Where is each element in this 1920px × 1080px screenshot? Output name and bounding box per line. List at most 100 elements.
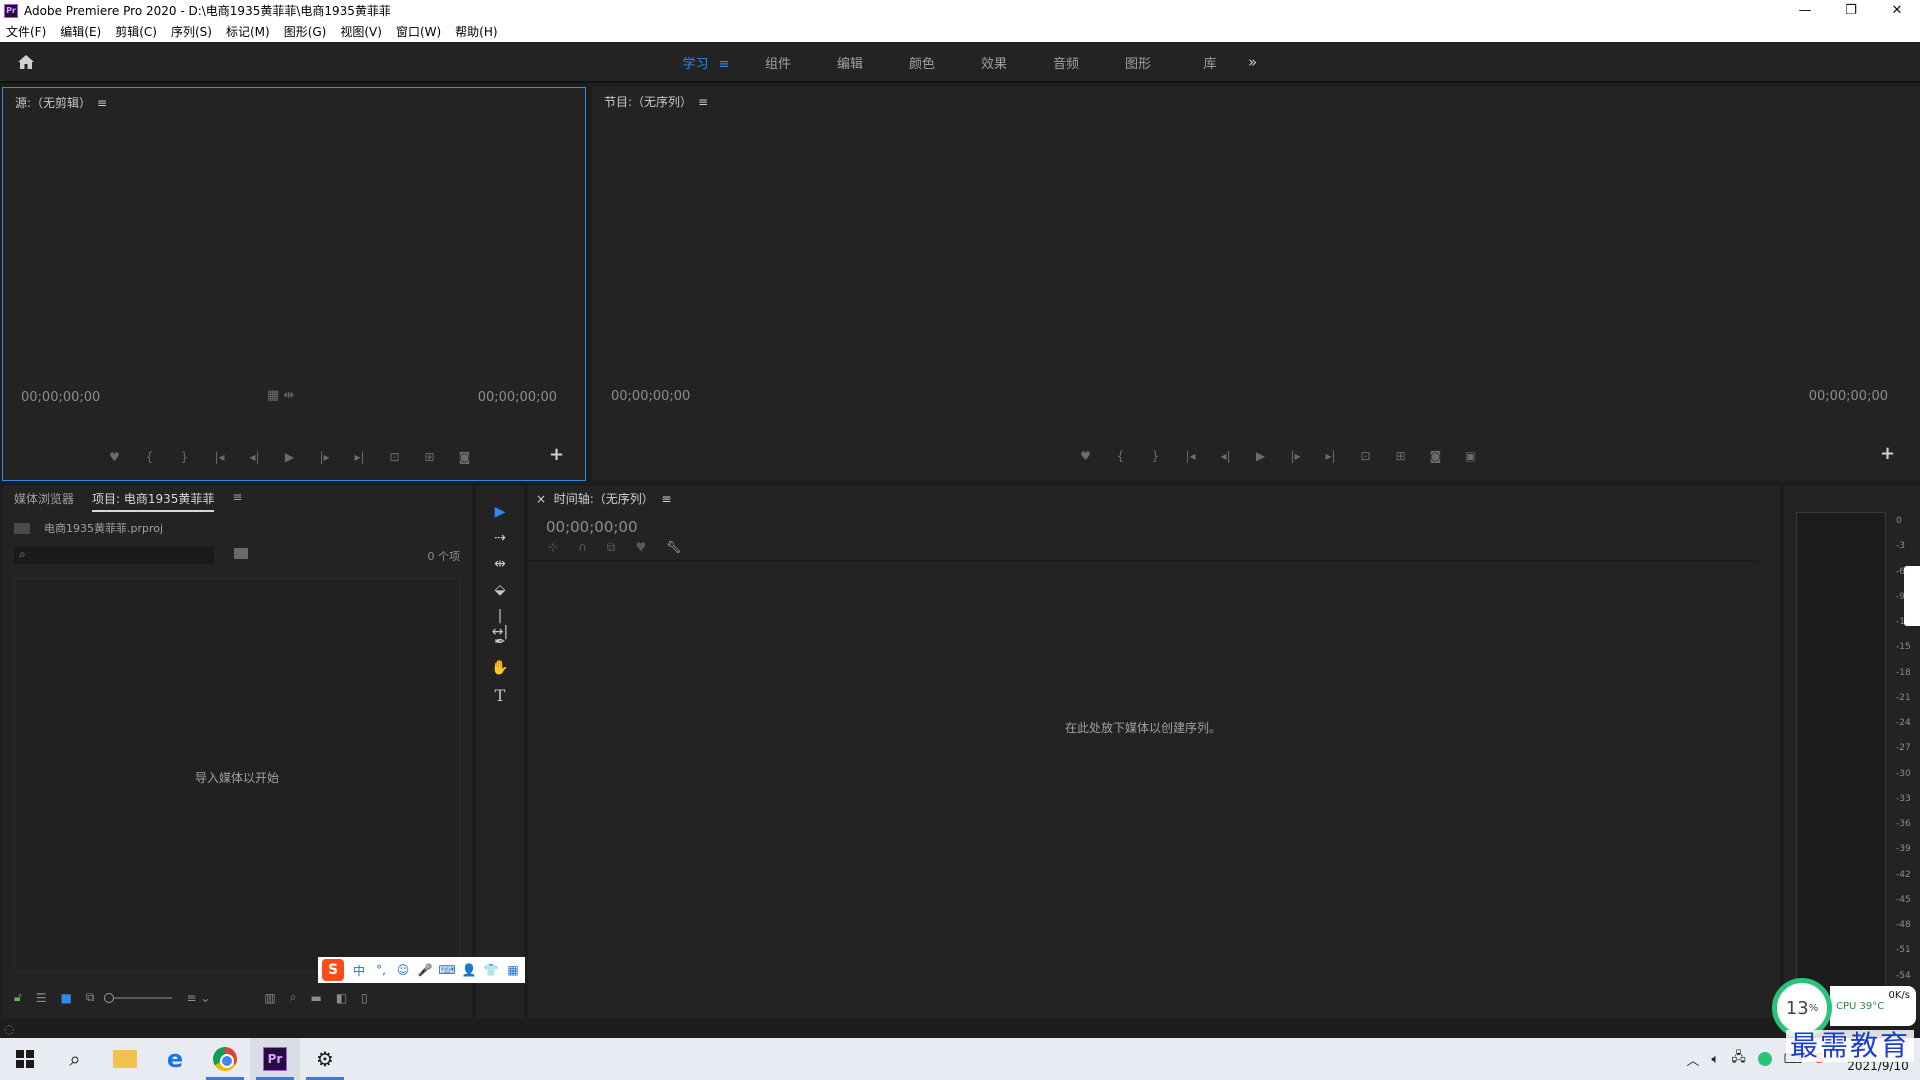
project-search-input[interactable]: ⌕ bbox=[14, 546, 214, 564]
timeline-drop-area[interactable]: 在此处放下媒体以创建序列。 bbox=[528, 560, 1758, 1008]
ime-skin-icon[interactable]: 👕 bbox=[480, 963, 502, 977]
program-monitor-panel[interactable]: 节目:（无序列） ≡ 00;00;00;00 00;00;00;00 ♥ { } … bbox=[592, 87, 1920, 481]
wrench-icon[interactable]: 🔧︎ bbox=[666, 540, 681, 555]
mark-in-icon[interactable]: { bbox=[1103, 449, 1138, 463]
freeform-view-icon[interactable]: ⧉ bbox=[86, 990, 95, 1005]
step-back-icon[interactable]: ◂| bbox=[1208, 449, 1243, 463]
timeline-timecode[interactable]: 00;00;00;00 bbox=[546, 518, 638, 536]
close-button[interactable]: ✕ bbox=[1874, 0, 1920, 21]
start-button[interactable] bbox=[0, 1038, 50, 1080]
find-icon[interactable]: ⌕ bbox=[290, 990, 297, 1005]
comparison-view-icon[interactable]: ▣ bbox=[1453, 449, 1488, 463]
go-to-in-icon[interactable]: |◂ bbox=[1173, 449, 1208, 463]
workspace-tab-color[interactable]: 颜色 bbox=[886, 53, 958, 72]
minimize-button[interactable]: — bbox=[1782, 0, 1828, 21]
menu-sequence[interactable]: 序列(S) bbox=[171, 23, 212, 40]
new-bin-icon[interactable]: ▬ bbox=[310, 991, 321, 1005]
program-monitor-title[interactable]: 节目:（无序列） ≡ bbox=[604, 93, 708, 110]
workspace-tab-learn[interactable]: 学习 ≡ bbox=[670, 53, 742, 72]
source-monitor-panel[interactable]: 源:（无剪辑） ≡ 00;00;00;00 ▦ ⇹ 00;00;00;00 ♥ {… bbox=[2, 87, 586, 481]
icon-view-icon[interactable]: ■ bbox=[61, 991, 72, 1005]
step-forward-icon[interactable]: |▸ bbox=[1278, 449, 1313, 463]
edge-browser-icon[interactable]: e bbox=[150, 1038, 200, 1080]
overwrite-icon[interactable]: ⊞ bbox=[412, 450, 447, 464]
list-view-icon[interactable]: ☰ bbox=[36, 991, 47, 1005]
track-select-tool-icon[interactable]: ⇢ bbox=[490, 530, 510, 550]
new-search-bin-icon[interactable] bbox=[234, 548, 248, 559]
system-monitor-info[interactable]: 0K/s CPU 39°C bbox=[1830, 986, 1916, 1026]
play-icon[interactable]: ▶ bbox=[272, 450, 307, 464]
panel-menu-icon[interactable]: ≡ bbox=[232, 490, 242, 512]
source-monitor-title[interactable]: 源:（无剪辑） ≡ bbox=[15, 94, 107, 111]
go-to-out-icon[interactable]: ▸| bbox=[1313, 449, 1348, 463]
settings-gear-icon[interactable]: ⚙ bbox=[300, 1038, 350, 1080]
mark-in-icon[interactable]: { bbox=[132, 450, 167, 464]
hand-tool-icon[interactable]: ✋ bbox=[490, 660, 510, 680]
source-timecode-current[interactable]: 00;00;00;00 bbox=[21, 390, 100, 405]
ime-toolbox-icon[interactable]: ▦ bbox=[502, 963, 524, 977]
timeline-panel[interactable]: × 时间轴:（无序列） ≡ 00;00;00;00 ⊹ ∩ ⧉ ♥ 🔧︎ 在此处… bbox=[528, 486, 1780, 1018]
type-tool-icon[interactable]: T bbox=[490, 686, 510, 706]
add-marker-icon[interactable]: ♥ bbox=[1068, 449, 1103, 463]
razor-tool-icon[interactable]: ⬙ bbox=[490, 582, 510, 602]
ime-keyboard-icon[interactable]: ⌨ bbox=[436, 963, 458, 977]
workspace-tab-effects[interactable]: 效果 bbox=[958, 53, 1030, 72]
ime-emoji-icon[interactable]: ☺ bbox=[392, 963, 414, 977]
menu-help[interactable]: 帮助(H) bbox=[455, 23, 497, 40]
ime-chinese-mode[interactable]: 中 bbox=[348, 962, 370, 979]
network-icon[interactable]: 🖧 bbox=[1731, 1048, 1746, 1070]
step-forward-icon[interactable]: |▸ bbox=[307, 450, 342, 464]
extract-icon[interactable]: ⊞ bbox=[1383, 449, 1418, 463]
ime-voice-icon[interactable]: 🎤 bbox=[414, 963, 436, 977]
menu-graphics[interactable]: 图形(G) bbox=[284, 23, 327, 40]
sogou-logo-icon[interactable]: S bbox=[322, 959, 344, 981]
more-workspaces-icon[interactable]: » bbox=[1248, 53, 1257, 71]
export-frame-icon[interactable]: ◙ bbox=[1418, 449, 1453, 463]
play-icon[interactable]: ▶ bbox=[1243, 449, 1278, 463]
mark-out-icon[interactable]: } bbox=[1138, 449, 1173, 463]
workspace-menu-icon[interactable]: ≡ bbox=[719, 57, 730, 72]
panel-menu-icon[interactable]: ≡ bbox=[661, 492, 671, 506]
sort-icons-icon[interactable]: ≡ ⌄ bbox=[186, 991, 210, 1005]
search-icon[interactable]: ⌕ bbox=[50, 1038, 100, 1080]
menu-clip[interactable]: 剪辑(C) bbox=[115, 23, 157, 40]
show-hidden-icons-icon[interactable]: ︿ bbox=[1687, 1050, 1700, 1069]
menu-markers[interactable]: 标记(M) bbox=[226, 23, 270, 40]
premiere-taskbar-icon[interactable]: Pr bbox=[250, 1038, 300, 1080]
workspace-tab-audio[interactable]: 音频 bbox=[1030, 53, 1102, 72]
tab-project[interactable]: 项目: 电商1935黄菲菲 bbox=[92, 490, 215, 512]
workspace-tab-libraries[interactable]: 库 bbox=[1174, 53, 1246, 72]
add-marker-icon[interactable]: ♥ bbox=[635, 540, 646, 555]
volume-icon[interactable]: 🔈︎ bbox=[1712, 1052, 1720, 1067]
lift-icon[interactable]: ⊡ bbox=[1348, 449, 1383, 463]
new-item-icon[interactable]: ◧ bbox=[336, 991, 347, 1005]
timeline-tab[interactable]: × 时间轴:（无序列） ≡ bbox=[536, 490, 671, 507]
linked-selection-icon[interactable]: ⧉ bbox=[607, 540, 616, 555]
insert-icon[interactable]: ⊡ bbox=[377, 450, 412, 464]
selection-tool-icon[interactable]: ▶ bbox=[490, 504, 510, 524]
clear-icon[interactable]: ▯ bbox=[361, 991, 368, 1005]
tab-media-browser[interactable]: 媒体浏览器 bbox=[14, 490, 74, 512]
menu-edit[interactable]: 编辑(E) bbox=[60, 23, 101, 40]
add-marker-icon[interactable]: ♥ bbox=[97, 450, 132, 464]
workspace-tab-editing[interactable]: 编辑 bbox=[814, 53, 886, 72]
side-tab[interactable] bbox=[1904, 566, 1920, 626]
restore-button[interactable]: ❐ bbox=[1828, 0, 1874, 21]
zoom-slider[interactable] bbox=[104, 992, 173, 1003]
pen-tool-icon[interactable]: ✒ bbox=[490, 634, 510, 654]
ripple-edit-tool-icon[interactable]: ⇹ bbox=[490, 556, 510, 576]
snap-icon[interactable]: ∩ bbox=[578, 540, 587, 555]
go-to-out-icon[interactable]: ▸| bbox=[342, 450, 377, 464]
workspace-tab-assembly[interactable]: 组件 bbox=[742, 53, 814, 72]
chrome-browser-icon[interactable] bbox=[200, 1038, 250, 1080]
automate-to-sequence-icon[interactable]: ▥ bbox=[264, 991, 275, 1005]
close-icon[interactable]: × bbox=[536, 492, 546, 506]
ime-user-icon[interactable]: 👤 bbox=[458, 963, 480, 977]
panel-menu-icon[interactable]: ≡ bbox=[698, 95, 708, 109]
home-icon[interactable] bbox=[16, 52, 36, 72]
menu-window[interactable]: 窗口(W) bbox=[396, 23, 441, 40]
go-to-in-icon[interactable]: |◂ bbox=[202, 450, 237, 464]
button-editor-icon[interactable]: + bbox=[549, 444, 564, 465]
menu-view[interactable]: 视图(V) bbox=[340, 23, 382, 40]
workspace-tab-graphics[interactable]: 图形 bbox=[1102, 53, 1174, 72]
